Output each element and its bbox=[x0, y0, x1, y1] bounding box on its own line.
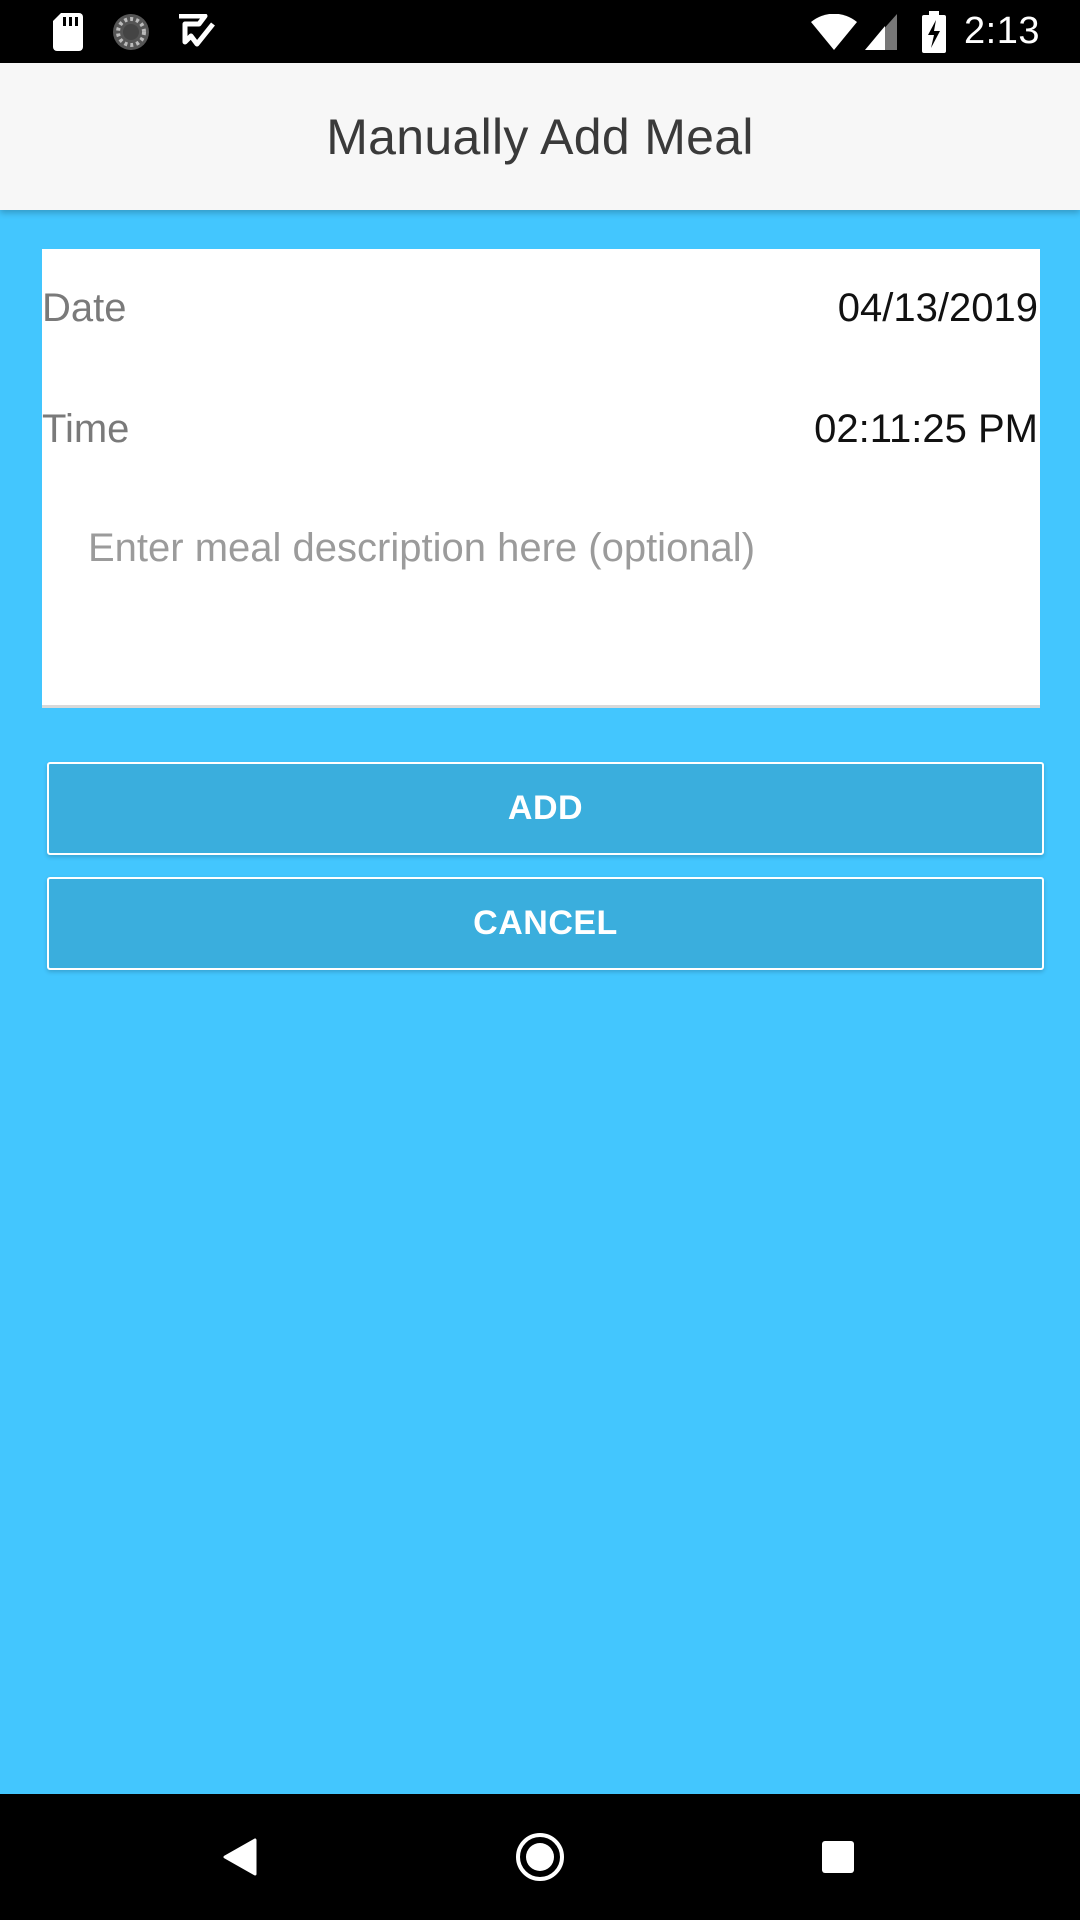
cell-signal-icon bbox=[864, 0, 898, 63]
page-title: Manually Add Meal bbox=[326, 108, 754, 165]
meal-description-input[interactable] bbox=[68, 511, 1028, 681]
navigation-bar bbox=[0, 1794, 1080, 1920]
date-row[interactable]: Date 04/13/2019 bbox=[42, 278, 1038, 338]
add-button[interactable]: ADD bbox=[47, 762, 1044, 855]
time-value[interactable]: 02:11:25 PM bbox=[814, 407, 1038, 452]
cancel-button[interactable]: CANCEL bbox=[47, 877, 1044, 970]
recents-icon[interactable] bbox=[778, 1794, 898, 1920]
status-time: 2:13 bbox=[964, 10, 1040, 52]
back-icon[interactable] bbox=[180, 1794, 300, 1920]
sync-progress-icon bbox=[110, 0, 152, 63]
app-bar: Manually Add Meal bbox=[0, 63, 1080, 210]
time-row[interactable]: Time 02:11:25 PM bbox=[42, 399, 1038, 459]
time-label: Time bbox=[42, 406, 130, 451]
status-bar: 2:13 bbox=[0, 0, 1080, 63]
date-label: Date bbox=[42, 285, 127, 330]
check-app-icon bbox=[176, 0, 216, 63]
sd-card-icon bbox=[50, 0, 86, 63]
wifi-icon bbox=[810, 0, 858, 63]
date-value[interactable]: 04/13/2019 bbox=[838, 286, 1038, 331]
battery-charging-icon bbox=[920, 0, 948, 63]
home-icon[interactable] bbox=[480, 1794, 600, 1920]
